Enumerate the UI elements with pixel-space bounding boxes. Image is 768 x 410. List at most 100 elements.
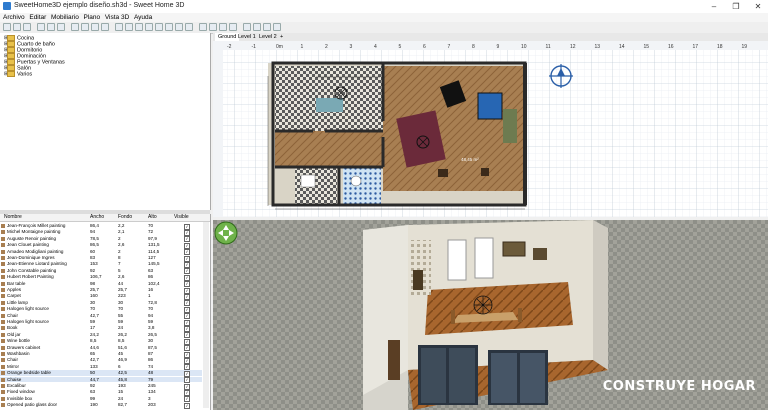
maximize-button[interactable]: ❐: [726, 0, 746, 13]
copy-button[interactable]: [47, 23, 55, 31]
row-depth: 55: [118, 312, 124, 318]
table-row[interactable]: Little lamp 30 30 72,8 ✓: [0, 299, 202, 307]
column-nombre[interactable]: Nombre: [4, 214, 22, 221]
table-row[interactable]: Auguste Renoir painting 78,5 2 97,9 ✓: [0, 236, 202, 243]
table-row[interactable]: Chair 42,7 55 94 ✓: [0, 312, 202, 320]
table-row[interactable]: Bar table 98 44 102,4 ✓: [0, 280, 202, 288]
table-row[interactable]: Jean-François Millet painting 86,4 2,2 70 ✓: [0, 223, 202, 230]
add-level-button[interactable]: +: [277, 33, 286, 41]
table-row[interactable]: Jean-Dominique Ingres 83 8 127 ✓: [0, 255, 202, 262]
new-button[interactable]: [3, 23, 11, 31]
zoom-in-button[interactable]: [219, 23, 227, 31]
menu-mobiliario[interactable]: Mobiliario: [51, 13, 79, 22]
text-style-button[interactable]: [185, 23, 193, 31]
row-height: 3,8: [148, 325, 155, 331]
table-row[interactable]: Fixed window 63 15 134 ✓: [0, 389, 202, 396]
column-alto[interactable]: Alto: [148, 214, 157, 221]
table-row[interactable]: Amadeo Modigliani painting 60 2 114,5 ✓: [0, 249, 202, 256]
pan-button[interactable]: [125, 23, 133, 31]
table-row[interactable]: Chaise 44,7 45,8 79 ✓: [0, 376, 202, 384]
table-row[interactable]: Halogen light source 70 70 70 ✓: [0, 306, 202, 313]
table-row[interactable]: Excalibur 92 193 245 ✓: [0, 383, 202, 390]
open-button[interactable]: [13, 23, 21, 31]
create-walls-button[interactable]: [135, 23, 143, 31]
menu-plano[interactable]: Plano: [84, 13, 101, 22]
row-height: 16: [148, 287, 154, 292]
bold-button[interactable]: [199, 23, 207, 31]
row-depth: 45: [118, 351, 124, 356]
minimize-button[interactable]: –: [704, 0, 724, 13]
table-row[interactable]: Drawers cabinet 44,6 51,6 87,5 ✓: [0, 344, 202, 352]
column-ancho[interactable]: Ancho: [90, 214, 104, 221]
create-photo-button[interactable]: [243, 23, 251, 31]
table-row[interactable]: Jean-Etienne Liotard painting 153 7 145,5 ✓: [0, 261, 202, 268]
row-height: 134: [148, 389, 156, 395]
row-width: 92: [90, 267, 96, 273]
row-width: 133: [90, 363, 98, 369]
menu-archivo[interactable]: Archivo: [3, 13, 25, 22]
close-button[interactable]: ✕: [748, 0, 768, 13]
table-row[interactable]: Apples 25,7 25,7 16 ✓: [0, 287, 202, 294]
redo-button[interactable]: [81, 23, 89, 31]
table-row[interactable]: Wine bottle 8,5 8,5 30 ✓: [0, 338, 202, 345]
column-visible[interactable]: Visible: [174, 214, 189, 221]
column-fondo[interactable]: Fondo: [118, 214, 132, 221]
furniture-icon: [1, 396, 5, 401]
create-dimensions-button[interactable]: [165, 23, 173, 31]
table-row[interactable]: Old jar 24,2 26,2 26,5 ✓: [0, 332, 202, 339]
select-button[interactable]: [115, 23, 123, 31]
create-labels-button[interactable]: [175, 23, 183, 31]
table-row[interactable]: Invisible box 99 24 3 ✓: [0, 395, 202, 403]
table-row[interactable]: Carpet 160 223 1 ✓: [0, 293, 202, 300]
plan-canvas[interactable]: -2 -1 0m 1 2 3 4 5 6 7 8 9 10 11 12 13 14 15 16 17 18 19 48,4…: [213, 41, 768, 217]
zoom-out-button[interactable]: [229, 23, 237, 31]
row-name: Drawers cabinet: [7, 344, 41, 350]
create-video-button[interactable]: [253, 23, 261, 31]
row-name: Washbasin: [7, 351, 30, 356]
table-row[interactable]: John Constable painting 92 5 63 ✓: [0, 267, 202, 275]
table-row[interactable]: Halogen light source 59 59 59 ✓: [0, 319, 202, 326]
row-depth: 44: [118, 280, 124, 286]
row-depth: 15: [118, 389, 124, 395]
furniture-icon: [1, 326, 5, 331]
table-row[interactable]: Mirror 133 6 74 ✓: [0, 363, 202, 371]
save-button[interactable]: [23, 23, 31, 31]
table-row[interactable]: Orange bedside table 50 42,5 48 ✓: [0, 370, 202, 377]
undo-button[interactable]: [71, 23, 79, 31]
create-polylines-button[interactable]: [155, 23, 163, 31]
furniture-icon: [1, 249, 5, 254]
row-height: 86: [148, 357, 154, 363]
create-rooms-button[interactable]: [145, 23, 153, 31]
table-row[interactable]: Jean Clouet painting 86,5 2,6 131,5 ✓: [0, 242, 202, 249]
furniture-icon: [1, 281, 5, 286]
add-furniture-button[interactable]: [91, 23, 99, 31]
table-row[interactable]: Chair 42,7 46,9 86 ✓: [0, 357, 202, 364]
visible-checkbox[interactable]: ✓: [184, 402, 190, 409]
row-depth: 24: [118, 395, 124, 401]
ruler-label: -1: [252, 44, 257, 50]
furniture-icon: [1, 364, 5, 369]
row-depth: 8,5: [118, 338, 125, 344]
import-button[interactable]: [101, 23, 109, 31]
row-width: 86,5: [90, 242, 99, 248]
cut-button[interactable]: [37, 23, 45, 31]
menu-vista-3d[interactable]: Vista 3D: [105, 13, 129, 22]
menu-editar[interactable]: Editar: [29, 13, 46, 22]
3d-view[interactable]: CONSTRUYE HOGAR: [213, 220, 768, 410]
help-button[interactable]: [273, 23, 281, 31]
italic-button[interactable]: [209, 23, 217, 31]
furniture-icon: [1, 377, 5, 382]
catalog-category-varios[interactable]: ⊞Varios: [4, 71, 32, 77]
row-height: 74: [148, 363, 154, 369]
menu-ayuda[interactable]: Ayuda: [134, 13, 152, 22]
table-row[interactable]: Washbasin 65 45 87 ✓: [0, 351, 202, 358]
table-row[interactable]: Opened patio glass door 190 82,7 203 ✓: [0, 402, 202, 409]
table-row[interactable]: Michel Montaigne painting 94 2,1 72 ✓: [0, 229, 202, 236]
table-row[interactable]: Hubert Robert Painting 106,7 2,6 86 ✓: [0, 274, 202, 281]
table-scrollbar[interactable]: [203, 222, 209, 408]
row-width: 59: [90, 319, 96, 324]
paste-button[interactable]: [57, 23, 65, 31]
row-name: Little lamp: [7, 299, 28, 305]
preferences-button[interactable]: [263, 23, 271, 31]
table-row[interactable]: Book 17 24 3,8 ✓: [0, 325, 202, 332]
